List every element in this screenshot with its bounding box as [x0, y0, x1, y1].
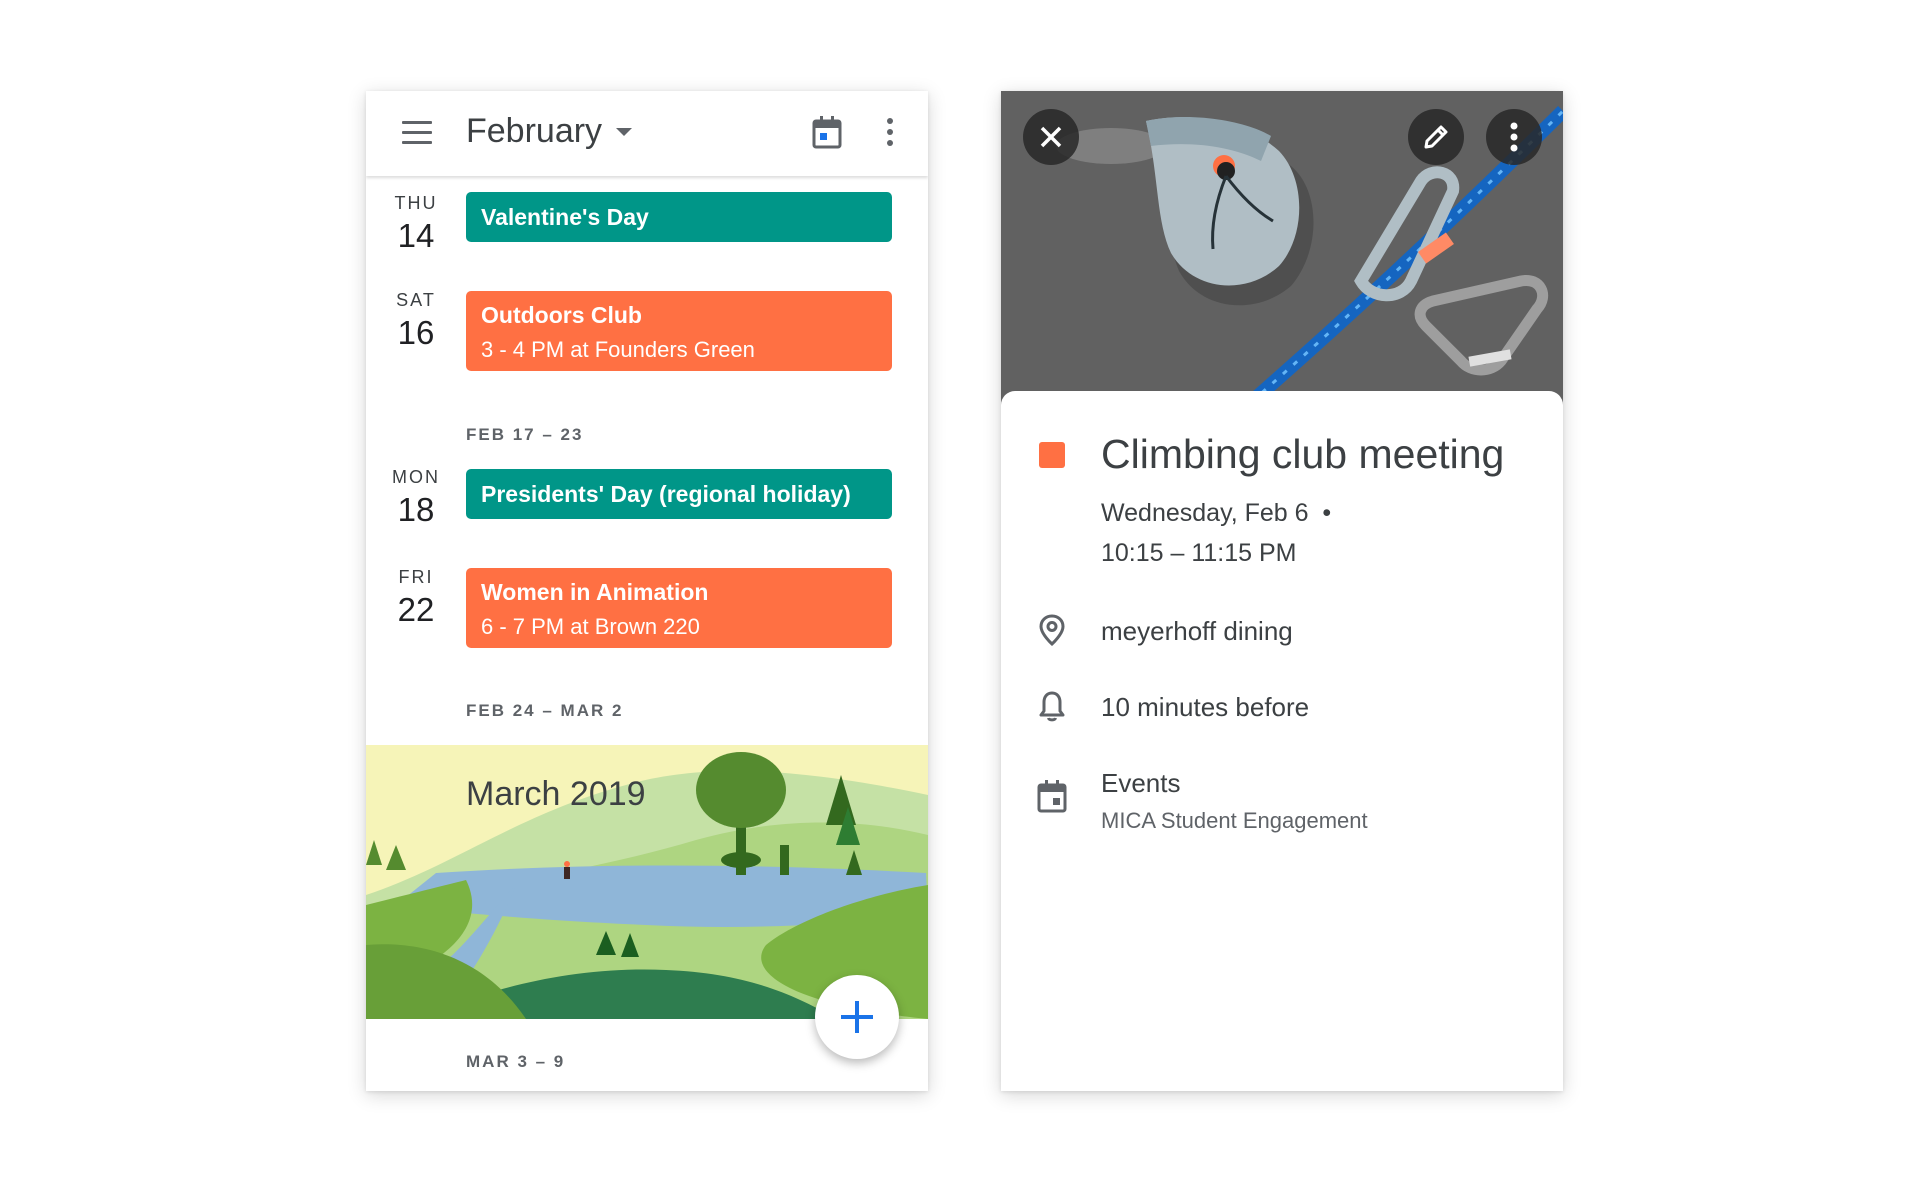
- event-reminder[interactable]: 10 minutes before: [1101, 692, 1309, 723]
- event-detail-screen: Climbing club meeting Wednesday, Feb 6 •…: [1001, 91, 1563, 1091]
- day-label: FRI 22: [366, 567, 466, 629]
- event-datetime: Wednesday, Feb 6 • 10:15 – 11:15 PM: [1101, 493, 1331, 573]
- more-options-button[interactable]: [1486, 109, 1542, 165]
- plus-icon: [841, 1001, 873, 1033]
- more-vert-icon: [1510, 122, 1518, 152]
- event-hero-illustration: [1001, 91, 1563, 411]
- day-number: 16: [397, 314, 435, 351]
- today-calendar-icon[interactable]: [812, 115, 842, 149]
- day-of-week: SAT: [396, 290, 436, 310]
- event-calendar-owner: MICA Student Engagement: [1101, 808, 1368, 833]
- event-chip-valentines-day[interactable]: Valentine's Day: [466, 192, 892, 242]
- day-of-week: MON: [392, 467, 440, 487]
- month-banner-label: March 2019: [466, 775, 646, 813]
- day-of-week: FRI: [398, 567, 434, 587]
- edit-pencil-icon: [1424, 125, 1448, 149]
- event-title: Outdoors Club: [481, 302, 642, 328]
- edit-button[interactable]: [1408, 109, 1464, 165]
- day-number: 14: [397, 217, 435, 254]
- event-subtitle: 3 - 4 PM at Founders Green: [481, 337, 755, 362]
- day-of-week: THU: [394, 193, 438, 213]
- week-header: FEB 24 – MAR 2: [466, 701, 624, 720]
- event-chip-presidents-day[interactable]: Presidents' Day (regional holiday): [466, 469, 892, 519]
- event-chip-outdoors-club[interactable]: Outdoors Club 3 - 4 PM at Founders Green: [466, 291, 892, 371]
- bell-icon: [1039, 691, 1065, 722]
- day-number: 18: [397, 491, 435, 528]
- create-event-button[interactable]: [815, 975, 899, 1059]
- more-vert-icon[interactable]: [886, 118, 894, 148]
- event-date: Wednesday, Feb 6 •: [1101, 499, 1332, 527]
- day-label: THU 14: [366, 193, 466, 255]
- close-icon: [1040, 126, 1062, 148]
- location-pin-icon: [1039, 614, 1065, 647]
- climbing-illustration: [1001, 91, 1563, 411]
- app-bar: February: [366, 91, 928, 176]
- event-subtitle: 6 - 7 PM at Brown 220: [481, 614, 700, 639]
- day-label: MON 18: [366, 467, 466, 529]
- close-button[interactable]: [1023, 109, 1079, 165]
- dropdown-caret-icon[interactable]: [616, 128, 632, 136]
- event-chip-women-in-animation[interactable]: Women in Animation 6 - 7 PM at Brown 220: [466, 568, 892, 648]
- calendar-icon: [1037, 780, 1067, 813]
- event-title: Climbing club meeting: [1101, 431, 1505, 477]
- day-label: SAT 16: [366, 290, 466, 352]
- week-header: FEB 17 – 23: [466, 425, 584, 444]
- event-time: 10:15 – 11:15 PM: [1101, 539, 1297, 567]
- month-title[interactable]: February: [466, 112, 602, 151]
- event-title: Women in Animation: [481, 579, 709, 605]
- event-calendar-name: Events: [1101, 768, 1181, 798]
- event-title: Valentine's Day: [481, 204, 649, 230]
- day-number: 22: [397, 591, 435, 628]
- event-title: Presidents' Day (regional holiday): [481, 481, 851, 507]
- event-details-sheet: Climbing club meeting Wednesday, Feb 6 •…: [1001, 391, 1563, 1091]
- agenda-screen: February THU 14 Valentine's Day SAT 16 O…: [366, 91, 928, 1091]
- week-header: MAR 3 – 9: [466, 1052, 566, 1071]
- menu-icon[interactable]: [402, 121, 432, 145]
- event-color-indicator: [1039, 442, 1065, 468]
- event-location[interactable]: meyerhoff dining: [1101, 616, 1293, 647]
